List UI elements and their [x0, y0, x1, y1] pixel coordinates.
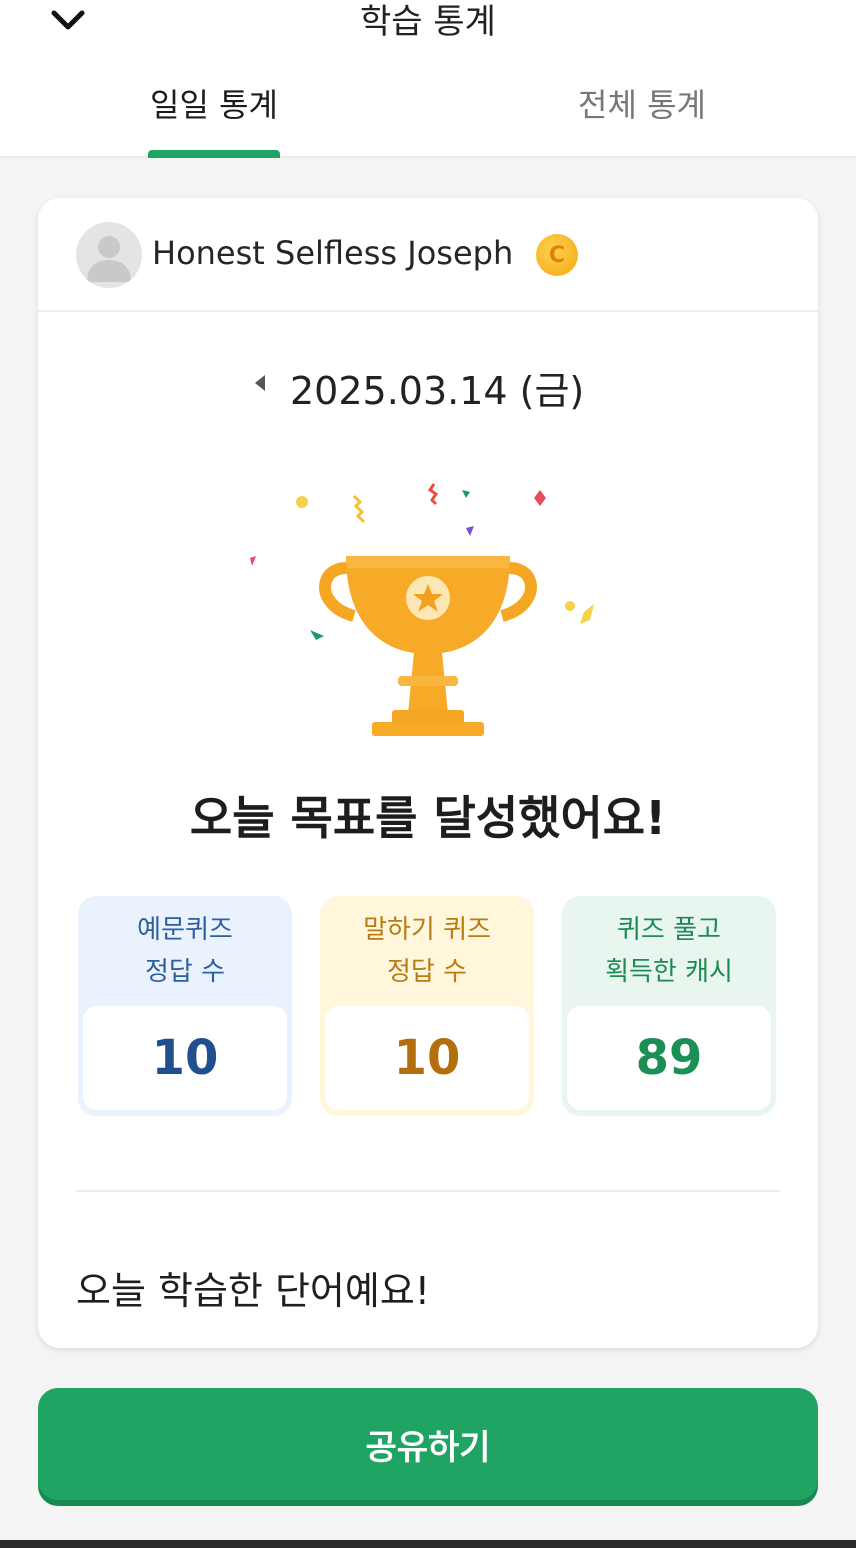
tab-total-stats[interactable]: 전체 통계 [492, 80, 792, 126]
stat-label-line1: 말하기 퀴즈 [363, 915, 491, 945]
achievement-headline: 오늘 목표를 달성했어요! [189, 791, 667, 845]
user-silhouette-icon [87, 236, 131, 282]
profile-row: Honest Selfless Joseph C [38, 198, 818, 312]
bottom-edge [0, 1540, 856, 1548]
stat-label-line1: 예문퀴즈 [137, 915, 233, 945]
avatar [76, 222, 142, 288]
stat-value: 10 [325, 1006, 529, 1110]
triangle-left-icon [255, 375, 265, 391]
daily-stats-card: Honest Selfless Joseph C 2025.03.14 (금) [38, 198, 818, 1348]
stat-card-speaking-quiz: 말하기 퀴즈 정답 수 10 [320, 896, 534, 1116]
stat-label: 말하기 퀴즈 정답 수 [320, 896, 534, 1006]
stat-card-example-quiz: 예문퀴즈 정답 수 10 [78, 896, 292, 1116]
stat-value: 89 [567, 1006, 771, 1110]
learned-words-heading: 오늘 학습한 단어예요! [76, 1269, 431, 1313]
stat-card-earned-cash: 퀴즈 풀고 획득한 캐시 89 [562, 896, 776, 1116]
active-tab-indicator [148, 150, 280, 158]
page-title: 학습 통계 [360, 2, 496, 42]
previous-date-button[interactable] [248, 370, 272, 396]
coin-icon: C [536, 234, 578, 276]
trophy-illustration [238, 478, 618, 748]
tab-daily-stats[interactable]: 일일 통계 [64, 80, 364, 126]
app-header: 학습 통계 일일 통계 전체 통계 [0, 0, 856, 158]
stat-label-line1: 퀴즈 풀고 [617, 915, 721, 945]
share-button[interactable]: 공유하기 [38, 1388, 818, 1500]
stat-label-line2: 정답 수 [144, 957, 226, 987]
username: Honest Selfless Joseph [152, 234, 514, 272]
current-date: 2025.03.14 (금) [290, 369, 585, 413]
stat-label: 예문퀴즈 정답 수 [78, 896, 292, 1006]
date-navigator: 2025.03.14 (금) [38, 358, 818, 413]
stat-label-line2: 획득한 캐시 [605, 957, 733, 987]
stat-value: 10 [83, 1006, 287, 1110]
section-divider [76, 1190, 780, 1192]
trophy-icon [250, 483, 594, 736]
stat-label-line2: 정답 수 [386, 957, 468, 987]
stat-label: 퀴즈 풀고 획득한 캐시 [562, 896, 776, 1006]
